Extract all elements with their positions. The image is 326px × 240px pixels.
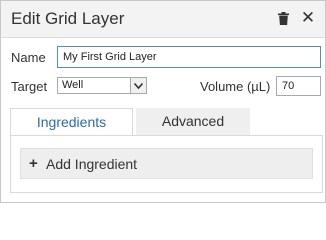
close-icon[interactable]: ✕ [299, 8, 317, 28]
chevron-down-icon [130, 78, 146, 93]
target-label: Target [11, 79, 48, 94]
tab-advanced[interactable]: Advanced [136, 108, 250, 135]
add-ingredient-button[interactable]: + Add Ingredient [20, 148, 313, 179]
panel-title: Edit Grid Layer [11, 9, 125, 28]
edit-grid-layer-panel: Edit Grid Layer ✕ Name Target Well Volum… [0, 0, 326, 203]
name-label: Name [11, 50, 46, 65]
add-ingredient-label: Add Ingredient [46, 156, 138, 172]
panel-header: Edit Grid Layer ✕ [1, 1, 325, 38]
target-selected-value: Well [62, 79, 84, 91]
target-select[interactable]: Well [57, 77, 147, 94]
volume-input[interactable] [276, 76, 321, 96]
tab-ingredients[interactable]: Ingredients [10, 108, 133, 136]
volume-label: Volume (µL) [200, 79, 271, 94]
name-input[interactable] [57, 46, 321, 68]
trash-icon[interactable] [278, 12, 289, 25]
plus-icon: + [29, 155, 38, 172]
